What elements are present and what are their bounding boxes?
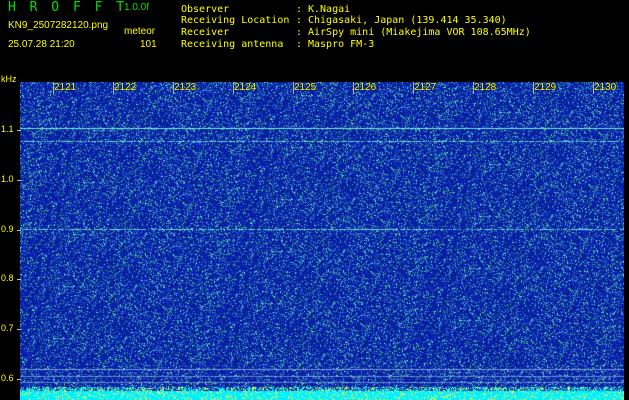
x-tick-label: 2126 [354,82,377,93]
x-tick-label: 2128 [474,82,497,93]
y-tick-mark [17,180,21,181]
antenna-label: Receiving antenna [181,39,284,50]
x-tick-label: 2121 [54,82,77,93]
x-tick-label: 2124 [234,82,257,93]
y-tick-mark [17,130,21,131]
y-tick-mark [17,379,21,380]
x-tick-label: 2130 [594,82,617,93]
app-title: H R O F F T [8,0,128,15]
count-label: 101 [140,39,157,50]
filename-label: KN9_2507282120.png [8,20,109,31]
receiver-label: Receiver [181,27,230,38]
observer-label: Observer [181,4,230,15]
antenna-value: Maspro FM-3 [308,39,375,50]
x-tick-label: 2122 [114,82,137,93]
y-tick-mark [17,230,21,231]
info-colon: : [296,15,303,26]
x-tick-label: 2125 [294,82,317,93]
y-tick-label: 0.6 [1,373,14,383]
mode-label: meteor [124,26,156,37]
info-colon: : [296,27,303,38]
y-tick-mark [17,329,21,330]
y-tick-label: 0.8 [1,273,14,283]
observer-value: K.Nagai [308,4,351,15]
x-tick-label: 2127 [414,82,437,93]
spectrogram-canvas [20,82,624,400]
y-tick-label: 1.0 [1,174,14,184]
info-colon: : [296,39,303,50]
x-tick-label: 2123 [174,82,197,93]
y-tick-label: 0.9 [1,224,14,234]
location-value: Chigasaki, Japan (139.414 35.340) [308,15,507,26]
location-label: Receiving Location [181,15,290,26]
version-label: 1.0.0f [124,2,150,13]
x-tick-label: 2129 [534,82,557,93]
y-tick-mark [17,279,21,280]
info-colon: : [296,4,303,15]
receiver-value: AirSpy mini (Miakejima VOR 108.65MHz) [308,27,531,38]
y-tick-label: 1.1 [1,124,14,134]
y-tick-label: 0.7 [1,323,14,333]
y-axis-unit: kHz [1,74,17,84]
datetime-label: 25.07.28 21:20 [8,39,75,50]
